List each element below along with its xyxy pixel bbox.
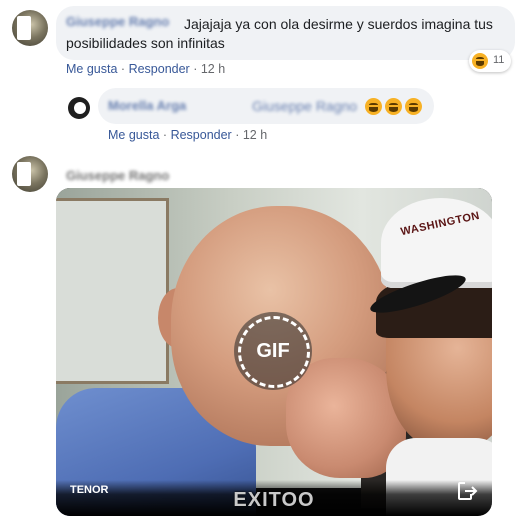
comment-author[interactable]: Giuseppe Ragno [66, 168, 169, 183]
reply-author[interactable]: Morella Arga [108, 98, 186, 113]
separator-dot: · [120, 62, 126, 76]
comment-actions: Me gusta · Responder · 12 h [66, 62, 225, 76]
gif-badge: GIF [256, 340, 290, 362]
reply-link[interactable]: Responder [171, 128, 232, 142]
avatar[interactable] [12, 10, 48, 46]
laughing-emoji-icon [365, 98, 382, 115]
laughing-emoji-icon [385, 98, 402, 115]
separator-dot: · [235, 128, 240, 142]
like-link[interactable]: Me gusta [108, 128, 159, 142]
reply-actions: Me gusta · Responder · 12 h [108, 128, 267, 142]
avatar[interactable] [68, 97, 90, 119]
reply-link[interactable]: Responder [129, 62, 190, 76]
avatar[interactable] [12, 156, 48, 192]
share-external-icon[interactable] [456, 480, 478, 502]
reaction-badge[interactable]: 11 [469, 50, 511, 72]
like-link[interactable]: Me gusta [66, 62, 117, 76]
laughing-emoji-icon [405, 98, 422, 115]
gif-attachment[interactable]: WASHINGTON GIF TENOR EXITOO [56, 188, 492, 516]
timestamp[interactable]: 12 h [243, 128, 267, 142]
comment-text-body: Jajajaja ya con ola desirme y suerdos im… [66, 16, 493, 51]
separator-dot: · [162, 128, 168, 142]
laughing-emoji-icon [472, 53, 488, 69]
gif-play-button[interactable]: GIF [234, 312, 312, 390]
reaction-count: 11 [493, 54, 505, 66]
mention-link[interactable]: Giuseppe Ragno [252, 97, 357, 116]
gif-caption: EXITOO [233, 489, 315, 511]
timestamp[interactable]: 12 h [201, 62, 225, 76]
separator-dot: · [193, 62, 198, 76]
